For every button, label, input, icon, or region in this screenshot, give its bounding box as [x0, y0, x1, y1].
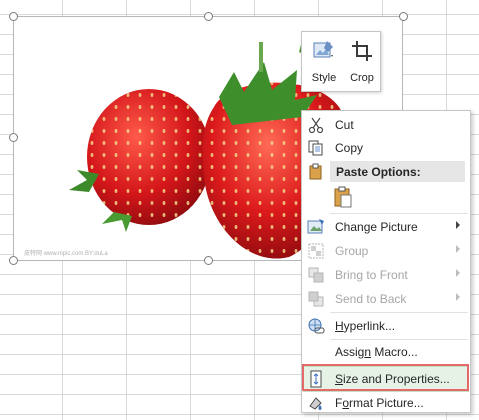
picture-style-icon — [313, 41, 333, 58]
change-picture-label: Change Picture — [335, 220, 418, 234]
submenu-arrow-icon — [456, 245, 460, 253]
crop-button[interactable]: Crop — [344, 36, 380, 88]
change-picture-icon — [307, 219, 324, 234]
resize-handle-bottom-left[interactable] — [9, 256, 18, 265]
bring-to-front-label: Bring to Front — [335, 268, 408, 282]
resize-handle-bottom-middle[interactable] — [204, 256, 213, 265]
resize-handle-top-right[interactable] — [399, 12, 408, 21]
paste-option-keep-formatting-button[interactable] — [332, 185, 354, 209]
paste-options-label: Paste Options: — [336, 165, 421, 179]
cut-label: Cut — [335, 118, 354, 132]
resize-handle-top-middle[interactable] — [204, 12, 213, 21]
clipboard-icon — [334, 186, 352, 208]
resize-handle-middle-left[interactable] — [9, 133, 18, 142]
submenu-arrow-icon — [456, 293, 460, 301]
assign-macro-label: Assign Macro... — [335, 345, 418, 359]
group-label: Group — [335, 244, 369, 258]
send-to-back-icon — [308, 291, 324, 307]
menu-item-send-to-back[interactable]: Send to Back — [304, 287, 468, 311]
menu-item-hyperlink[interactable]: Hyperlink... — [304, 314, 468, 338]
style-label: Style — [311, 72, 337, 84]
crop-label: Crop — [350, 72, 374, 84]
menu-item-assign-macro[interactable]: Assign Macro... — [304, 340, 468, 364]
copy-icon — [308, 140, 323, 156]
highlight-annotation-box — [302, 364, 469, 391]
submenu-arrow-icon — [456, 269, 460, 277]
hyperlink-label: Hyperlink... — [335, 319, 396, 333]
group-icon — [308, 243, 324, 259]
resize-handle-top-left[interactable] — [9, 12, 18, 21]
menu-separator — [330, 312, 468, 313]
submenu-arrow-icon — [456, 221, 460, 229]
paste-icon — [309, 163, 322, 180]
format-picture-icon — [309, 397, 322, 410]
menu-separator — [330, 213, 468, 214]
menu-item-format-picture[interactable]: Format Picture... — [304, 391, 468, 415]
send-to-back-label: Send to Back — [335, 292, 407, 306]
menu-item-cut[interactable]: Cut — [304, 113, 468, 137]
watermark-text: 皮特网 www.nipic.com BY:duLa — [24, 249, 108, 257]
menu-item-bring-to-front[interactable]: Bring to Front — [304, 263, 468, 287]
format-picture-label: Format Picture... — [335, 396, 424, 410]
menu-item-copy[interactable]: Copy — [304, 136, 468, 160]
style-button[interactable]: Style — [306, 36, 342, 88]
hyperlink-icon — [308, 318, 325, 334]
paste-options-header: Paste Options: — [330, 161, 465, 182]
bring-to-front-icon — [308, 267, 324, 283]
menu-item-group[interactable]: Group — [304, 239, 468, 263]
menu-item-change-picture[interactable]: Change Picture — [304, 215, 468, 239]
crop-icon — [352, 41, 372, 61]
scissors-icon — [308, 117, 324, 134]
copy-label: Copy — [335, 141, 364, 155]
mini-toolbar: Style Crop — [301, 31, 381, 92]
